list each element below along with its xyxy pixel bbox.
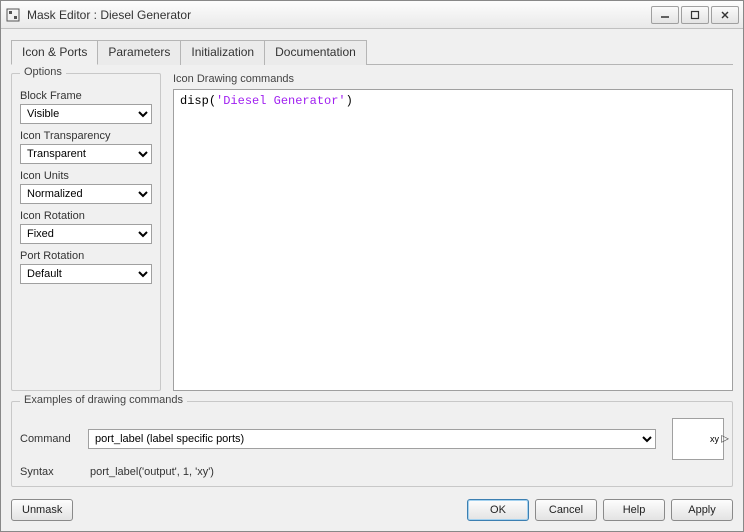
maximize-icon	[690, 10, 700, 20]
code-fn: disp	[180, 94, 209, 108]
footer: Unmask OK Cancel Help Apply	[1, 493, 743, 531]
mask-editor-window: Mask Editor : Diesel Generator Icon & Po…	[0, 0, 744, 532]
syntax-label: Syntax	[20, 466, 80, 478]
preview-text: xy	[710, 434, 719, 444]
unmask-button[interactable]: Unmask	[11, 499, 73, 521]
command-preview: xy ▷	[672, 418, 724, 460]
icon-drawing-commands-panel: Icon Drawing commands disp('Diesel Gener…	[173, 73, 733, 391]
app-icon	[5, 7, 21, 23]
syntax-value: port_label('output', 1, 'xy')	[88, 466, 214, 478]
maximize-button[interactable]	[681, 6, 709, 24]
icon-units-label: Icon Units	[20, 170, 152, 182]
icon-units-select[interactable]: Normalized	[20, 184, 152, 204]
command-select[interactable]: port_label (label specific ports)	[88, 429, 656, 449]
icon-rotation-label: Icon Rotation	[20, 210, 152, 222]
window-controls	[651, 6, 739, 24]
icon-commands-editor[interactable]: disp('Diesel Generator')	[173, 89, 733, 391]
examples-title: Examples of drawing commands	[20, 394, 187, 406]
tab-label: Initialization	[191, 45, 254, 59]
upper-panel: Options Block Frame Visible Icon Transpa…	[11, 65, 733, 391]
cancel-button[interactable]: Cancel	[535, 499, 597, 521]
icon-transparency-label: Icon Transparency	[20, 130, 152, 142]
code-str: 'Diesel Generator'	[216, 94, 346, 108]
command-label: Command	[20, 433, 80, 445]
port-rotation-label: Port Rotation	[20, 250, 152, 262]
code-paren-close: )	[346, 94, 353, 108]
tab-label: Icon & Ports	[22, 45, 87, 59]
icon-rotation-select[interactable]: Fixed	[20, 224, 152, 244]
tab-page-icon-and-ports: Options Block Frame Visible Icon Transpa…	[11, 65, 733, 487]
icon-commands-title: Icon Drawing commands	[173, 73, 733, 89]
close-button[interactable]	[711, 6, 739, 24]
options-group: Options Block Frame Visible Icon Transpa…	[11, 73, 161, 391]
examples-group: Examples of drawing commands Command por…	[11, 401, 733, 487]
options-title: Options	[20, 66, 66, 78]
close-icon	[720, 10, 730, 20]
command-row: Command port_label (label specific ports…	[20, 418, 724, 460]
apply-button[interactable]: Apply	[671, 499, 733, 521]
tab-parameters[interactable]: Parameters	[97, 40, 181, 65]
block-frame-label: Block Frame	[20, 90, 152, 102]
tab-label: Documentation	[275, 45, 356, 59]
tabstrip: Icon & Ports Parameters Initialization D…	[11, 39, 733, 65]
minimize-button[interactable]	[651, 6, 679, 24]
code-paren-open: (	[209, 94, 216, 108]
port-rotation-select[interactable]: Default	[20, 264, 152, 284]
tab-initialization[interactable]: Initialization	[180, 40, 265, 65]
syntax-row: Syntax port_label('output', 1, 'xy')	[20, 466, 724, 478]
block-frame-select[interactable]: Visible	[20, 104, 152, 124]
ok-button[interactable]: OK	[467, 499, 529, 521]
tab-icon-and-ports[interactable]: Icon & Ports	[11, 40, 98, 65]
tab-documentation[interactable]: Documentation	[264, 40, 367, 65]
tab-label: Parameters	[108, 45, 170, 59]
help-button[interactable]: Help	[603, 499, 665, 521]
preview-port-icon: ▷	[721, 434, 729, 445]
minimize-icon	[660, 10, 670, 20]
icon-transparency-select[interactable]: Transparent	[20, 144, 152, 164]
titlebar: Mask Editor : Diesel Generator	[1, 1, 743, 29]
window-title: Mask Editor : Diesel Generator	[27, 8, 651, 22]
